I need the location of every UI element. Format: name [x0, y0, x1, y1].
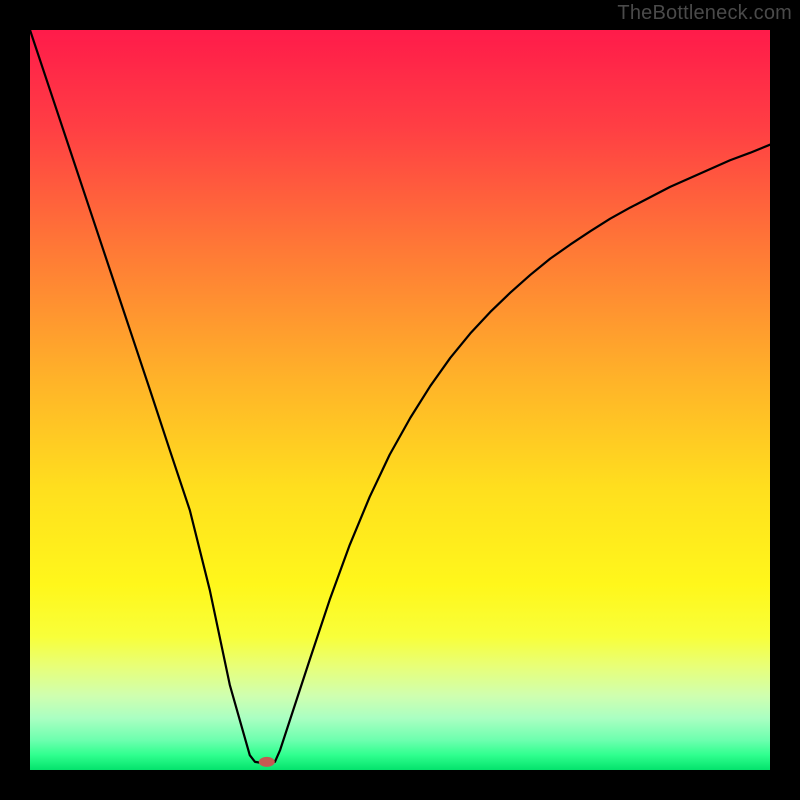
chart-root: TheBottleneck.com	[0, 0, 800, 800]
plot-background-gradient	[30, 30, 770, 770]
watermark-text: TheBottleneck.com	[617, 2, 792, 25]
optimal-point-marker	[259, 757, 275, 767]
chart-canvas	[0, 0, 800, 800]
